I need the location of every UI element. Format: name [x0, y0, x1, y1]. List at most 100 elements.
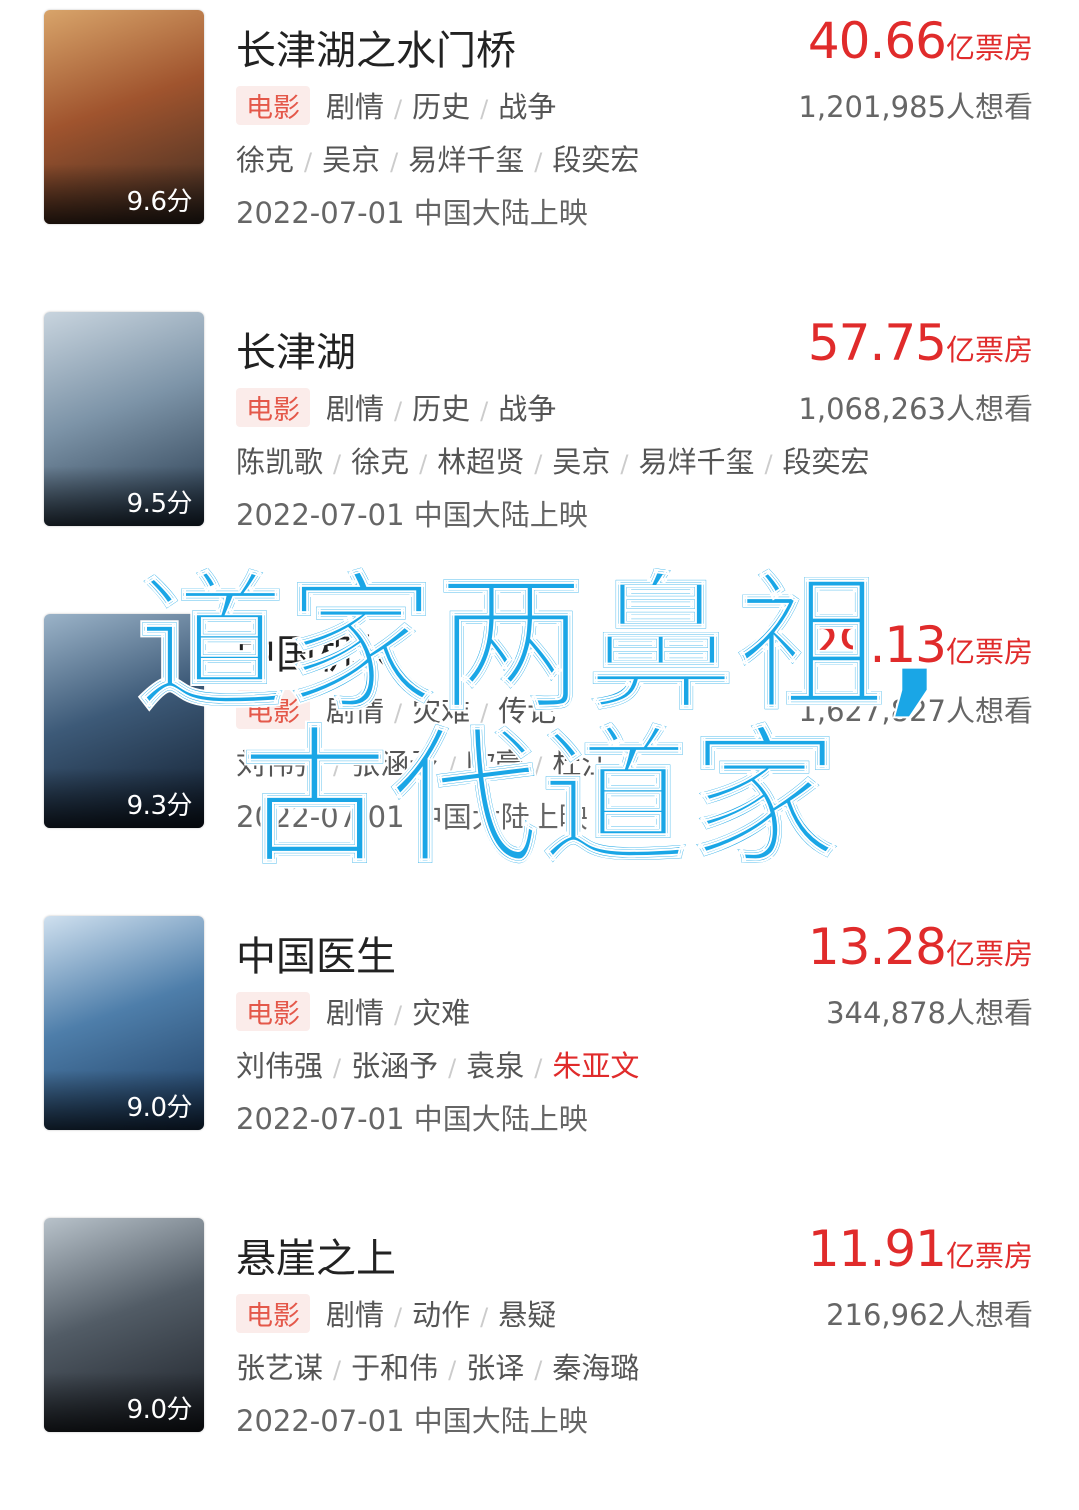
poster-score: 9.5分 — [126, 489, 193, 519]
box-office: 13.28亿票房 — [808, 918, 1033, 976]
genre-line: 电影 剧情 / 历史 / 战争 — [236, 386, 556, 428]
genre: 战争 — [498, 392, 557, 426]
cast-member[interactable]: 张艺谋 — [236, 1351, 323, 1385]
overlay-caption: 道家两鼻祖, 古代道家 — [0, 558, 1079, 886]
type-tag: 电影 — [236, 992, 310, 1031]
type-tag: 电影 — [236, 388, 310, 427]
poster-score: 9.0分 — [126, 1395, 193, 1425]
separator: / — [764, 450, 773, 478]
poster-score: 9.0分 — [126, 1093, 193, 1123]
genre: 剧情 — [326, 90, 385, 124]
box-office-value: 11.91 — [807, 1220, 947, 1278]
cast-member[interactable]: 于和伟 — [351, 1351, 438, 1385]
genre: 历史 — [412, 90, 471, 124]
separator: / — [534, 450, 543, 478]
box-office-unit: 亿票房 — [945, 1239, 1033, 1273]
want-to-see-count: 1,068,263人想看 — [798, 392, 1033, 426]
separator: / — [333, 1054, 342, 1082]
box-office-value: 40.66 — [807, 12, 947, 70]
separator: / — [534, 1356, 543, 1384]
release-info: 2022-07-01 中国大陆上映 — [236, 1404, 588, 1438]
type-tag: 电影 — [236, 1294, 310, 1333]
cast-member[interactable]: 张涵予 — [351, 1049, 438, 1083]
movie-poster[interactable]: 9.5分 — [44, 312, 204, 526]
overlay-line-2: 古代道家 — [238, 712, 840, 886]
box-office-value: 13.28 — [807, 918, 947, 976]
box-office: 40.66亿票房 — [808, 12, 1033, 70]
box-office: 11.91亿票房 — [808, 1220, 1033, 1278]
cast-member[interactable]: 袁泉 — [466, 1049, 524, 1083]
cast-member[interactable]: 张译 — [466, 1351, 524, 1385]
want-to-see-count: 344,878人想看 — [826, 996, 1033, 1030]
box-office-value: 57.75 — [807, 314, 947, 372]
cast-member[interactable]: 朱亚文 — [552, 1049, 639, 1083]
cast-line: 刘伟强 / 张涵予 / 袁泉 / 朱亚文 — [236, 1043, 639, 1085]
poster-score: 9.6分 — [126, 187, 193, 217]
cast-member[interactable]: 陈凯歌 — [236, 445, 323, 479]
separator: / — [480, 1303, 489, 1331]
genre-line: 电影 剧情 / 灾难 — [236, 990, 470, 1032]
genre-line: 电影 剧情 / 历史 / 战争 — [236, 84, 556, 126]
genre: 战争 — [498, 90, 557, 124]
movie-title[interactable]: 长津湖 — [236, 320, 356, 378]
release-info: 2022-07-01 中国大陆上映 — [236, 498, 588, 532]
separator: / — [419, 450, 428, 478]
cast-member[interactable]: 林超贤 — [437, 445, 524, 479]
want-to-see-count: 216,962人想看 — [826, 1298, 1033, 1332]
movie-card[interactable]: 9.0分 中国医生电影 剧情 / 灾难刘伟强 / 张涵予 / 袁泉 / 朱亚文 2022-07-01 … — [0, 906, 1079, 1208]
separator: / — [448, 1054, 457, 1082]
cast-member[interactable]: 段奕宏 — [783, 445, 870, 479]
cast-member[interactable]: 吴京 — [552, 445, 610, 479]
separator: / — [333, 450, 342, 478]
release-info: 2022-07-01 中国大陆上映 — [236, 1102, 588, 1136]
genre: 悬疑 — [498, 1298, 557, 1332]
genre-line: 电影 剧情 / 动作 / 悬疑 — [236, 1292, 556, 1334]
separator: / — [304, 148, 313, 176]
movie-title[interactable]: 悬崖之上 — [236, 1226, 396, 1284]
separator: / — [480, 95, 489, 123]
overlay-line-1: 道家两鼻祖, — [135, 558, 944, 732]
cast-line: 陈凯歌 / 徐克 / 林超贤 / 吴京 / 易烊千玺 / 段奕宏 — [236, 439, 870, 481]
movie-card[interactable]: 9.0分 悬崖之上电影 剧情 / 动作 / 悬疑张艺谋 / 于和伟 / 张译 / 秦海璐 2022-07-… — [0, 1208, 1079, 1510]
movie-poster[interactable]: 9.6分 — [44, 10, 204, 224]
movie-title[interactable]: 中国医生 — [236, 924, 396, 982]
separator: / — [480, 397, 489, 425]
separator: / — [620, 450, 629, 478]
genre: 剧情 — [326, 392, 385, 426]
cast-member[interactable]: 易烊千玺 — [408, 143, 524, 177]
movie-poster[interactable]: 9.0分 — [44, 1218, 204, 1432]
genre: 剧情 — [326, 996, 385, 1030]
box-office-unit: 亿票房 — [945, 937, 1033, 971]
cast-line: 张艺谋 / 于和伟 / 张译 / 秦海璐 — [236, 1345, 639, 1387]
cast-member[interactable]: 秦海璐 — [552, 1351, 639, 1385]
genre: 灾难 — [412, 996, 471, 1030]
cast-member[interactable]: 徐克 — [351, 445, 409, 479]
movie-card[interactable]: 9.6分 长津湖之水门桥 电影 剧情 / 历史 / 战争 徐克 / 吴京 / 易烊千玺 / 段奕宏 2022-… — [0, 0, 1079, 302]
separator: / — [448, 1356, 457, 1384]
want-to-see-count: 1,201,985人想看 — [798, 90, 1033, 124]
cast-member[interactable]: 吴京 — [322, 143, 380, 177]
cast-member[interactable]: 刘伟强 — [236, 1049, 323, 1083]
genre: 历史 — [412, 392, 471, 426]
cast-line: 徐克 / 吴京 / 易烊千玺 / 段奕宏 — [236, 137, 639, 179]
box-office-unit: 亿票房 — [945, 333, 1033, 367]
cast-member[interactable]: 段奕宏 — [552, 143, 639, 177]
separator: / — [394, 1001, 403, 1029]
cast-member[interactable]: 易烊千玺 — [638, 445, 754, 479]
cast-member[interactable]: 徐克 — [236, 143, 294, 177]
movie-poster[interactable]: 9.0分 — [44, 916, 204, 1130]
separator: / — [394, 95, 403, 123]
genre: 动作 — [412, 1298, 471, 1332]
box-office-unit: 亿票房 — [945, 31, 1033, 65]
release-info: 2022-07-01 中国大陆上映 — [236, 196, 588, 230]
box-office: 57.75亿票房 — [808, 314, 1033, 372]
separator: / — [534, 1054, 543, 1082]
movie-title[interactable]: 长津湖之水门桥 — [236, 18, 516, 76]
separator: / — [390, 148, 399, 176]
separator: / — [333, 1356, 342, 1384]
separator: / — [394, 397, 403, 425]
type-tag: 电影 — [236, 86, 310, 125]
separator: / — [394, 1303, 403, 1331]
genre: 剧情 — [326, 1298, 385, 1332]
separator: / — [534, 148, 543, 176]
